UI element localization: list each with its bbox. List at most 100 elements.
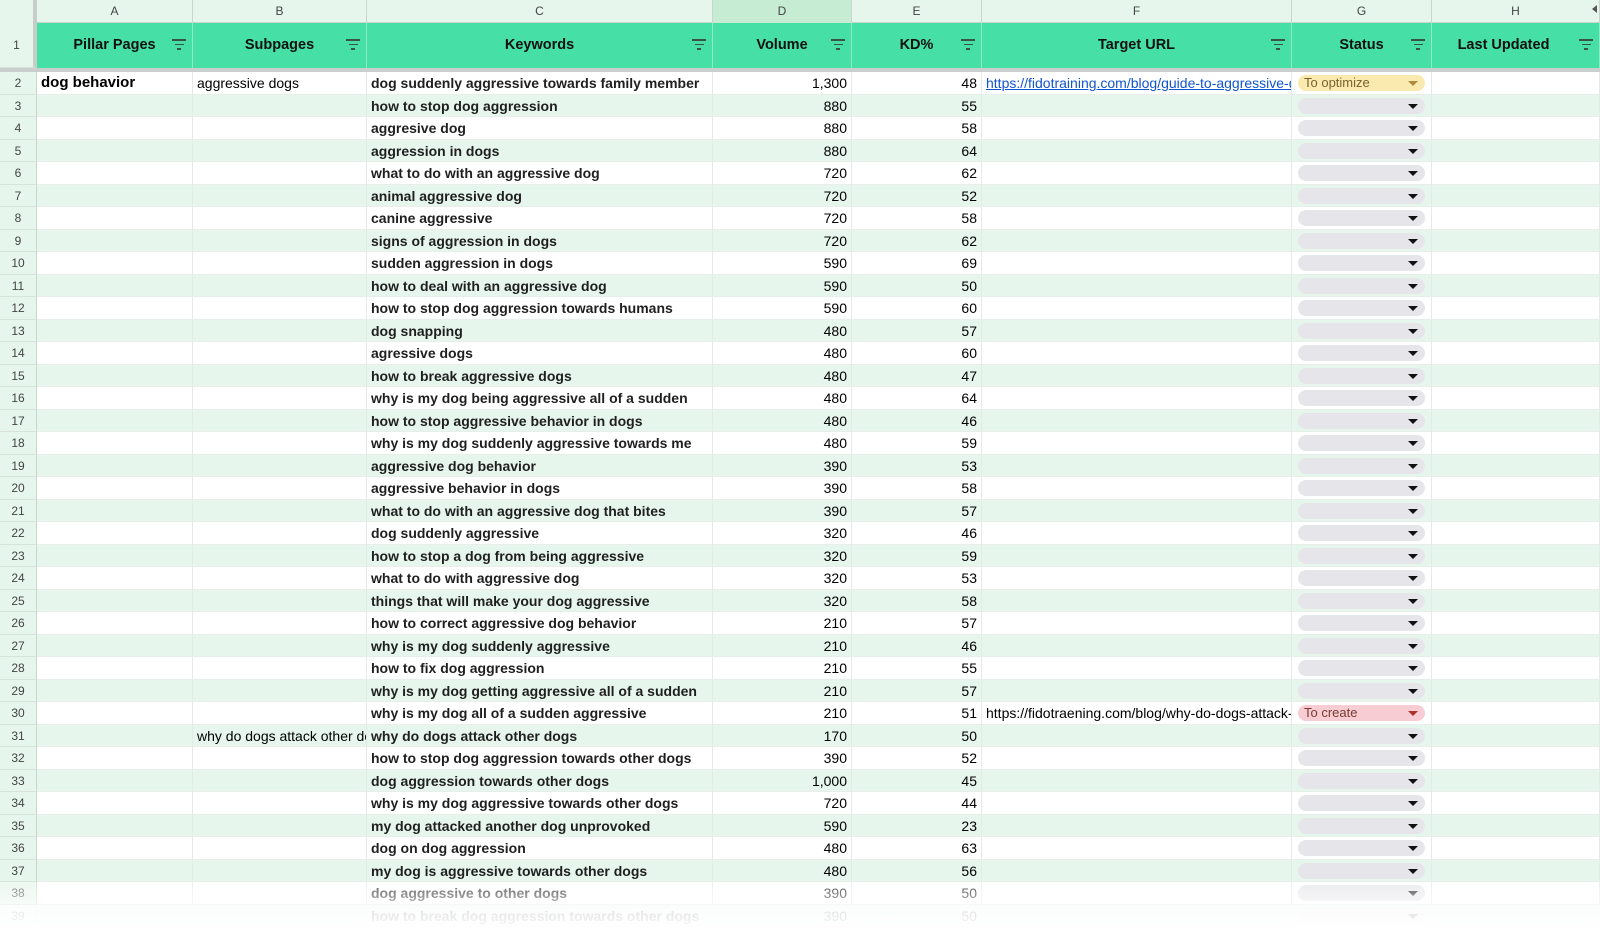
- cell-kd[interactable]: 58: [852, 207, 982, 230]
- cell-subpage[interactable]: [193, 432, 367, 455]
- cell-target-url[interactable]: https://fidotraening.com/blog/why-do-dog…: [982, 702, 1292, 725]
- row-number[interactable]: 3: [0, 94, 37, 117]
- cell-last-updated[interactable]: [1432, 364, 1600, 387]
- cell-keyword[interactable]: why do dogs attack other dogs: [367, 724, 713, 747]
- cell-target-url[interactable]: [982, 522, 1292, 545]
- cell-keyword[interactable]: how to stop dog aggression towards human…: [367, 297, 713, 320]
- dropdown-arrow-icon[interactable]: [1408, 193, 1418, 199]
- cell-target-url[interactable]: [982, 387, 1292, 410]
- column-header-f[interactable]: F: [982, 0, 1292, 23]
- cell-subpage[interactable]: [193, 499, 367, 522]
- cell-pillar-page[interactable]: [37, 814, 193, 837]
- status-dropdown[interactable]: [1298, 660, 1425, 676]
- cell-pillar-page[interactable]: [37, 724, 193, 747]
- header-pillar-pages[interactable]: Pillar Pages: [37, 23, 193, 68]
- cell-keyword[interactable]: dog aggression towards other dogs: [367, 769, 713, 792]
- cell-target-url[interactable]: [982, 499, 1292, 522]
- cell-keyword[interactable]: what to do with aggressive dog: [367, 567, 713, 590]
- status-dropdown[interactable]: [1298, 277, 1425, 294]
- column-header-g[interactable]: G: [1292, 0, 1432, 23]
- row-number[interactable]: 11: [0, 274, 37, 297]
- dropdown-arrow-icon[interactable]: [1408, 531, 1418, 536]
- cell-keyword[interactable]: signs of aggression in dogs: [367, 229, 713, 252]
- dropdown-arrow-icon[interactable]: [1408, 508, 1418, 514]
- cell-subpage[interactable]: [193, 567, 367, 590]
- cell-kd[interactable]: 64: [852, 139, 982, 162]
- cell-target-url[interactable]: [982, 589, 1292, 612]
- status-dropdown[interactable]: [1298, 682, 1425, 699]
- filter-icon[interactable]: [172, 39, 186, 51]
- row-number[interactable]: 13: [0, 319, 37, 342]
- cell-keyword[interactable]: how to break aggressive dogs: [367, 364, 713, 387]
- cell-kd[interactable]: 47: [852, 364, 982, 387]
- cell-pillar-page[interactable]: [37, 882, 193, 905]
- cell-keyword[interactable]: things that will make your dog aggressiv…: [367, 589, 713, 612]
- cell-subpage[interactable]: [193, 364, 367, 387]
- cell-keyword[interactable]: what to do with an aggressive dog: [367, 162, 713, 185]
- cell-subpage[interactable]: [193, 657, 367, 680]
- cell-subpage[interactable]: [193, 477, 367, 500]
- row-number[interactable]: 32: [0, 747, 37, 770]
- dropdown-arrow-icon[interactable]: [1408, 103, 1418, 109]
- cell-last-updated[interactable]: [1432, 544, 1600, 567]
- row-number[interactable]: 5: [0, 139, 37, 162]
- cell-subpage[interactable]: [193, 882, 367, 905]
- cell-target-url[interactable]: [982, 364, 1292, 387]
- cell-subpage[interactable]: [193, 274, 367, 297]
- cell-target-url[interactable]: https://fidotraining.com/blog/guide-to-a…: [982, 72, 1292, 95]
- cell-pillar-page[interactable]: [37, 612, 193, 635]
- cell-target-url[interactable]: [982, 342, 1292, 365]
- cell-volume[interactable]: 720: [713, 162, 852, 185]
- cell-volume[interactable]: 1,300: [713, 72, 852, 95]
- cell-kd[interactable]: 69: [852, 252, 982, 275]
- cell-keyword[interactable]: dog aggressive to other dogs: [367, 882, 713, 905]
- row-number[interactable]: 19: [0, 454, 37, 477]
- cell-pillar-page[interactable]: [37, 679, 193, 702]
- cell-kd[interactable]: 50: [852, 904, 982, 927]
- status-dropdown[interactable]: [1298, 232, 1425, 249]
- cell-pillar-page[interactable]: [37, 567, 193, 590]
- row-number[interactable]: 30: [0, 702, 37, 725]
- cell-pillar-page[interactable]: [37, 139, 193, 162]
- cell-kd[interactable]: 57: [852, 319, 982, 342]
- cell-keyword[interactable]: how to break dog aggression towards othe…: [367, 904, 713, 927]
- cell-keyword[interactable]: canine aggressive: [367, 207, 713, 230]
- column-header-e[interactable]: E: [852, 0, 982, 23]
- cell-target-url[interactable]: [982, 792, 1292, 815]
- cell-volume[interactable]: 590: [713, 274, 852, 297]
- dropdown-arrow-icon[interactable]: [1408, 823, 1418, 829]
- cell-volume[interactable]: 480: [713, 364, 852, 387]
- status-dropdown[interactable]: [1298, 750, 1425, 766]
- row-number[interactable]: 21: [0, 499, 37, 522]
- cell-pillar-page[interactable]: [37, 634, 193, 657]
- cell-last-updated[interactable]: [1432, 319, 1600, 342]
- cell-target-url[interactable]: [982, 94, 1292, 117]
- row-number[interactable]: 38: [0, 882, 37, 905]
- cell-kd[interactable]: 46: [852, 634, 982, 657]
- cell-subpage[interactable]: aggressive dogs: [193, 72, 367, 95]
- cell-kd[interactable]: 59: [852, 432, 982, 455]
- cell-subpage[interactable]: [193, 634, 367, 657]
- dropdown-arrow-icon[interactable]: [1408, 846, 1418, 851]
- cell-target-url[interactable]: [982, 634, 1292, 657]
- cell-keyword[interactable]: dog suddenly aggressive towards family m…: [367, 72, 713, 95]
- dropdown-arrow-icon[interactable]: [1408, 868, 1418, 874]
- cell-keyword[interactable]: why is my dog getting aggressive all of …: [367, 679, 713, 702]
- filter-icon[interactable]: [1271, 39, 1285, 51]
- cell-pillar-page[interactable]: [37, 229, 193, 252]
- dropdown-arrow-icon[interactable]: [1408, 126, 1418, 131]
- cell-pillar-page[interactable]: [37, 252, 193, 275]
- cell-last-updated[interactable]: [1432, 477, 1600, 500]
- cell-target-url[interactable]: [982, 184, 1292, 207]
- status-dropdown[interactable]: [1298, 480, 1425, 496]
- cell-volume[interactable]: 720: [713, 229, 852, 252]
- cell-last-updated[interactable]: [1432, 207, 1600, 230]
- cell-last-updated[interactable]: [1432, 589, 1600, 612]
- cell-subpage[interactable]: [193, 342, 367, 365]
- cell-keyword[interactable]: how to stop a dog from being aggressive: [367, 544, 713, 567]
- cell-keyword[interactable]: aggression in dogs: [367, 139, 713, 162]
- cell-volume[interactable]: 1,000: [713, 769, 852, 792]
- cell-pillar-page[interactable]: [37, 162, 193, 185]
- cell-subpage[interactable]: [193, 522, 367, 545]
- status-dropdown[interactable]: [1298, 840, 1425, 856]
